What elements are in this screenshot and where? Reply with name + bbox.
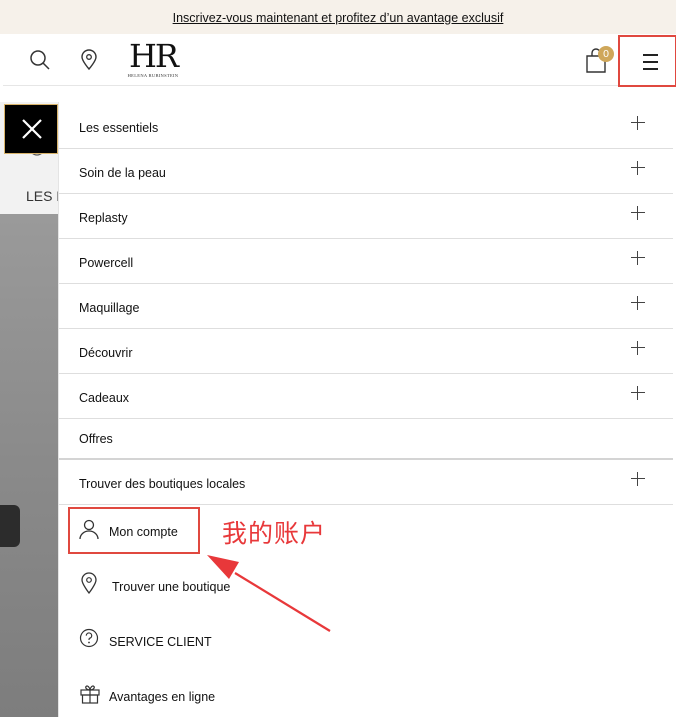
nav-item-soin-de-la-peau[interactable]: Soin de la peau	[59, 149, 673, 194]
navigation-drawer: Les essentiels Soin de la peau Replasty …	[58, 102, 673, 717]
hamburger-menu-button[interactable]	[618, 35, 676, 87]
nav-item-maquillage[interactable]: Maquillage	[59, 284, 673, 329]
nav-item-label: Soin de la peau	[79, 166, 166, 180]
nav-item-offres[interactable]: Offres	[59, 419, 673, 460]
promo-bar: Inscrivez-vous maintenant et profitez d’…	[0, 0, 676, 34]
expand-plus-icon[interactable]	[631, 472, 645, 486]
gift-icon	[80, 685, 100, 704]
annotation-highlight-box	[68, 507, 200, 554]
close-icon	[22, 119, 42, 139]
find-store-label: Trouver une boutique	[112, 580, 231, 594]
nav-item-label: Les essentiels	[79, 121, 159, 135]
online-benefits-link[interactable]: Avantages en ligne	[77, 679, 267, 715]
expand-plus-icon[interactable]	[631, 386, 645, 400]
logo-monogram: HR	[129, 37, 179, 75]
nav-item-label: Powercell	[79, 256, 134, 270]
nav-item-label: Trouver des boutiques locales	[79, 477, 246, 491]
background-product-jar	[0, 505, 20, 547]
nav-item-decouvrir[interactable]: Découvrir	[59, 329, 673, 374]
expand-plus-icon[interactable]	[631, 116, 645, 130]
expand-plus-icon[interactable]	[631, 206, 645, 220]
close-menu-button[interactable]	[4, 104, 58, 154]
map-pin-icon	[81, 572, 97, 595]
nav-item-label: Cadeaux	[79, 391, 130, 405]
search-icon[interactable]	[28, 48, 52, 72]
promo-link[interactable]: Inscrivez-vous maintenant et profitez d’…	[173, 11, 504, 25]
store-locator-icon[interactable]	[77, 48, 101, 72]
nav-item-label: Offres	[79, 432, 113, 446]
background-hero-image	[0, 214, 60, 717]
customer-service-label: SERVICE CLIENT	[109, 635, 212, 649]
brand-logo[interactable]: HR HELENA RUBINSTEIN	[127, 40, 179, 80]
nav-item-label: Replasty	[79, 211, 128, 225]
site-header: HR HELENA RUBINSTEIN 0	[3, 34, 676, 87]
expand-plus-icon[interactable]	[631, 251, 645, 265]
nav-item-replasty[interactable]: Replasty	[59, 194, 673, 239]
nav-item-cadeaux[interactable]: Cadeaux	[59, 374, 673, 419]
expand-plus-icon[interactable]	[631, 161, 645, 175]
nav-item-les-essentiels[interactable]: Les essentiels	[59, 104, 673, 149]
annotation-text: 我的账户	[222, 519, 327, 548]
nav-item-powercell[interactable]: Powercell	[59, 239, 673, 284]
nav-item-label: Découvrir	[79, 346, 133, 360]
nav-item-trouver-des-boutiques[interactable]: Trouver des boutiques locales	[59, 460, 673, 505]
expand-plus-icon[interactable]	[631, 341, 645, 355]
question-circle-icon	[79, 628, 99, 648]
customer-service-link[interactable]: SERVICE CLIENT	[77, 624, 267, 660]
online-benefits-label: Avantages en ligne	[109, 690, 216, 704]
expand-plus-icon[interactable]	[631, 296, 645, 310]
nav-item-label: Maquillage	[79, 301, 140, 315]
logo-wordmark: HELENA RUBINSTEIN	[127, 73, 179, 78]
cart-count-badge: 0	[598, 46, 614, 62]
find-store-link[interactable]: Trouver une boutique	[77, 569, 277, 605]
